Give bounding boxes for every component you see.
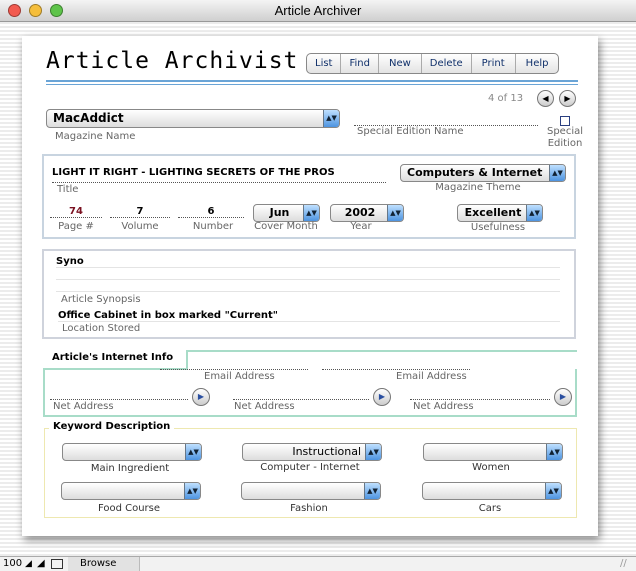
email-field-2[interactable] (322, 358, 470, 370)
special-edition-label: Special Edition (546, 126, 584, 149)
select-arrows-icon: ▲▼ (364, 483, 380, 499)
location-label: Location Stored (62, 323, 141, 334)
year-label: Year (350, 221, 372, 232)
number-field[interactable]: 6 (178, 206, 244, 218)
special-edition-checkbox[interactable] (560, 116, 570, 126)
status-bar: 100 ◢ ◢ Browse // (0, 556, 636, 571)
cars-label: Cars (478, 503, 502, 514)
fashion-label: Fashion (290, 503, 328, 514)
go-arrow-icon[interactable]: ▶ (554, 388, 572, 406)
select-arrows-icon: ▲▼ (526, 205, 542, 221)
close-button[interactable] (8, 4, 21, 17)
food-course-label: Food Course (97, 503, 161, 514)
number-label: Number (192, 221, 234, 232)
special-edition-name-label: Special Edition Name (357, 126, 464, 137)
title-label: Title (57, 184, 79, 195)
magazine-theme-select[interactable]: Computers & Internet ▲▼ (400, 164, 566, 182)
synopsis-field[interactable]: Syno (56, 256, 560, 296)
right-arrow-icon[interactable]: ▶ (559, 90, 576, 107)
main-ingredient-label: Main Ingredient (90, 463, 170, 474)
go-arrow-icon[interactable]: ▶ (373, 388, 391, 406)
select-arrows-icon: ▲▼ (549, 165, 565, 181)
magazine-theme-label: Magazine Theme (435, 182, 521, 193)
select-arrows-icon: ▲▼ (323, 110, 339, 127)
zoom-in-icon[interactable]: ◢ (37, 557, 45, 571)
net-address-field-3[interactable] (410, 388, 550, 400)
net-address-label-1: Net Address (53, 401, 114, 412)
computer-internet-label: Computer - Internet (260, 462, 360, 473)
select-arrows-icon: ▲▼ (387, 205, 403, 221)
usefulness-label: Usefulness (470, 222, 526, 233)
select-arrows-icon: ▲▼ (185, 444, 201, 460)
page-number-label: Page # (58, 221, 94, 232)
email-label-2: Email Address (396, 371, 467, 382)
net-address-field-1[interactable] (50, 388, 188, 400)
fashion-select[interactable]: ▲▼ (241, 482, 381, 500)
record-counter: 4 of 13 (488, 93, 524, 104)
volume-label: Volume (121, 221, 159, 232)
zoom-out-icon[interactable]: ◢ (25, 557, 32, 571)
synopsis-label: Article Synopsis (61, 294, 141, 305)
cars-select[interactable]: ▲▼ (422, 482, 562, 500)
email-field-1[interactable] (160, 358, 308, 370)
net-address-field-2[interactable] (233, 388, 369, 400)
resize-grip-icon[interactable]: // (620, 557, 627, 571)
internet-info-heading: Article's Internet Info (52, 352, 174, 363)
usefulness-select[interactable]: Excellent ▲▼ (457, 204, 543, 222)
title-field[interactable]: LIGHT IT RIGHT - LIGHTING SECRETS OF THE… (52, 167, 386, 183)
email-label-1: Email Address (204, 371, 275, 382)
app-title: Article Archivist (46, 48, 299, 74)
keyword-heading: Keyword Description (49, 421, 175, 432)
window-title-bar: Article Archiver (0, 0, 636, 22)
left-arrow-icon[interactable]: ◀ (537, 90, 554, 107)
magazine-name-select[interactable]: MacAddict ▲▼ (46, 109, 340, 128)
window-title: Article Archiver (274, 3, 362, 18)
year-select[interactable]: 2002 ▲▼ (330, 204, 404, 222)
women-select[interactable]: ▲▼ (423, 443, 563, 461)
select-arrows-icon: ▲▼ (184, 483, 200, 499)
divider (46, 84, 578, 85)
cover-month-value: Jun (269, 206, 290, 219)
zoom-button[interactable] (50, 4, 63, 17)
find-button[interactable]: Find (340, 54, 378, 73)
magazine-name-value: MacAddict (53, 111, 124, 125)
select-arrows-icon: ▲▼ (546, 444, 562, 460)
computer-internet-select[interactable]: Instructional ▲▼ (242, 443, 382, 461)
magazine-name-label: Magazine Name (55, 131, 136, 142)
food-course-select[interactable]: ▲▼ (61, 482, 201, 500)
go-arrow-icon[interactable]: ▶ (192, 388, 210, 406)
net-address-label-2: Net Address (234, 401, 295, 412)
cover-month-select[interactable]: Jun ▲▼ (253, 204, 320, 222)
zoom-level[interactable]: 100 (3, 557, 22, 571)
cover-month-label: Cover Month (254, 221, 318, 232)
location-field[interactable]: Office Cabinet in box marked "Current" (58, 310, 560, 322)
year-value: 2002 (344, 206, 376, 219)
select-value: Instructional (292, 445, 361, 458)
usefulness-value: Excellent (464, 206, 522, 219)
help-button[interactable]: Help (514, 54, 559, 73)
minimize-button[interactable] (29, 4, 42, 17)
delete-button[interactable]: Delete (420, 54, 471, 73)
toolbar: List Find New Delete Print Help (306, 53, 560, 74)
status-area-toggle-icon[interactable] (51, 559, 63, 569)
new-button[interactable]: New (377, 54, 421, 73)
list-button[interactable]: List (307, 54, 340, 73)
women-label: Women (472, 462, 510, 473)
select-arrows-icon: ▲▼ (303, 205, 319, 221)
select-arrows-icon: ▲▼ (365, 444, 381, 460)
magazine-theme-value: Computers & Internet (407, 166, 543, 179)
main-ingredient-select[interactable]: ▲▼ (62, 443, 202, 461)
volume-field[interactable]: 7 (110, 206, 170, 218)
page-number-field[interactable]: 74 (50, 206, 102, 218)
print-button[interactable]: Print (470, 54, 515, 73)
net-address-label-3: Net Address (413, 401, 474, 412)
select-arrows-icon: ▲▼ (545, 483, 561, 499)
divider (46, 80, 578, 82)
special-edition-name-field[interactable] (354, 114, 538, 126)
divider (186, 350, 577, 352)
mode-indicator[interactable]: Browse (68, 557, 140, 571)
